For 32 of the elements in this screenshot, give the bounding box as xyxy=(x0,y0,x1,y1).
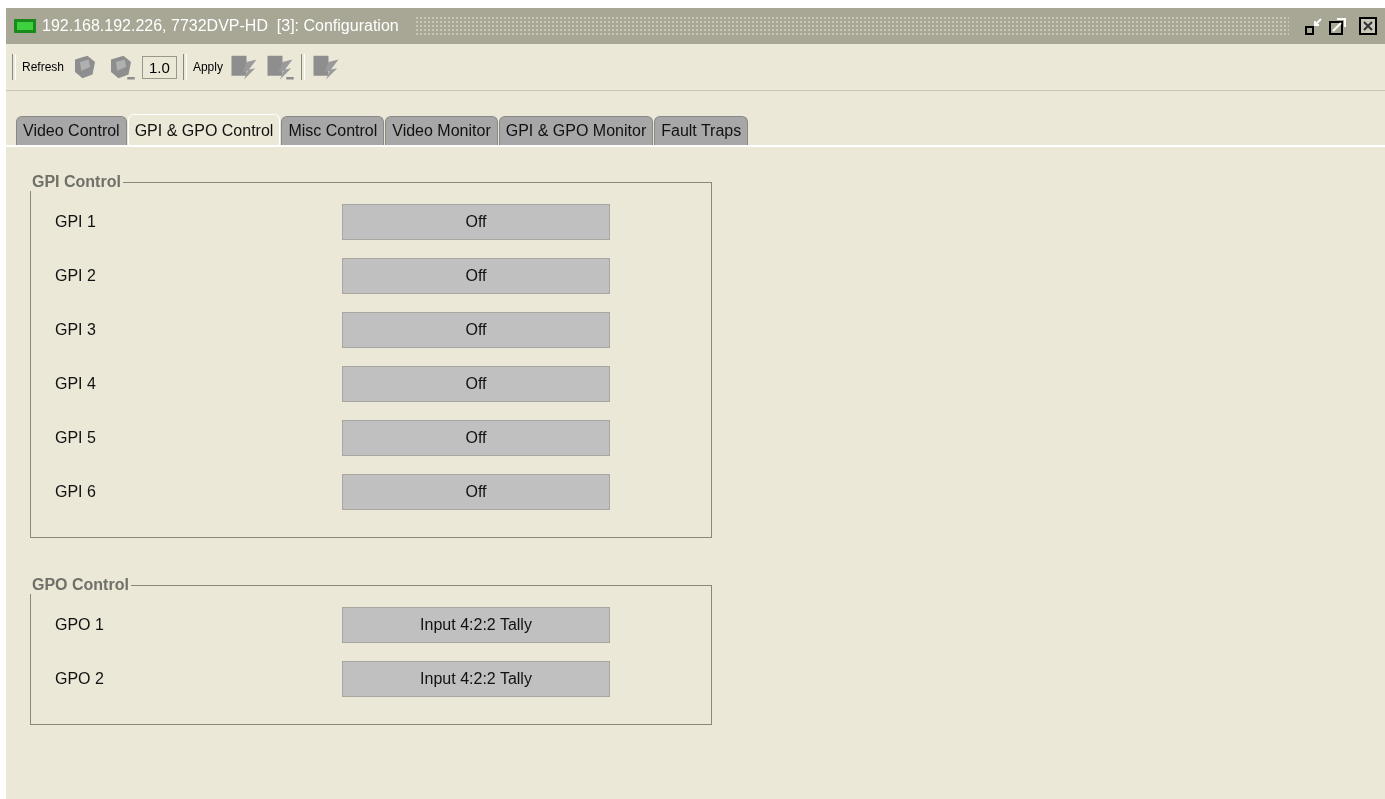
tab[interactable]: Video Control xyxy=(16,116,127,145)
row-label: GPO 2 xyxy=(54,670,105,688)
row-label: GPI 5 xyxy=(54,429,97,447)
value-button[interactable]: Off xyxy=(342,474,610,510)
close-icon[interactable] xyxy=(1359,17,1377,35)
tab[interactable]: GPI & GPO Control xyxy=(127,114,281,145)
value-button[interactable]: Off xyxy=(342,366,610,402)
group-title: GPI Control xyxy=(31,173,122,191)
value-button[interactable]: Input 4:2:2 Tally xyxy=(342,661,610,697)
maximize-icon[interactable] xyxy=(1329,17,1347,35)
tab[interactable]: GPI & GPO Monitor xyxy=(498,116,654,145)
group-title: GPO Control xyxy=(31,576,130,594)
value-button[interactable]: Off xyxy=(342,258,610,294)
tab[interactable]: Video Monitor xyxy=(385,116,498,145)
version-field: 1.0 xyxy=(142,55,177,79)
apply-label: Apply xyxy=(192,60,223,74)
row-label: GPI 4 xyxy=(54,375,97,393)
dock-icon[interactable] xyxy=(1305,17,1323,35)
refresh-label: Refresh xyxy=(22,60,65,74)
value-button[interactable]: Off xyxy=(342,312,610,348)
value-button[interactable]: Input 4:2:2 Tally xyxy=(342,607,610,643)
tab[interactable]: Misc Control xyxy=(281,116,385,145)
value-button[interactable]: Off xyxy=(342,204,610,240)
window-title: 192.168.192.226, 7732DVP-HD [3]: Configuration xyxy=(42,17,399,35)
tab[interactable]: Fault Traps xyxy=(654,116,749,145)
card-icon xyxy=(14,19,36,33)
row-label: GPO 1 xyxy=(54,616,105,634)
value-button[interactable]: Off xyxy=(342,420,610,456)
row-label: GPI 3 xyxy=(54,321,97,339)
row-label: GPI 1 xyxy=(54,213,97,231)
row-label: GPI 2 xyxy=(54,267,97,285)
row-label: GPI 6 xyxy=(54,483,97,501)
